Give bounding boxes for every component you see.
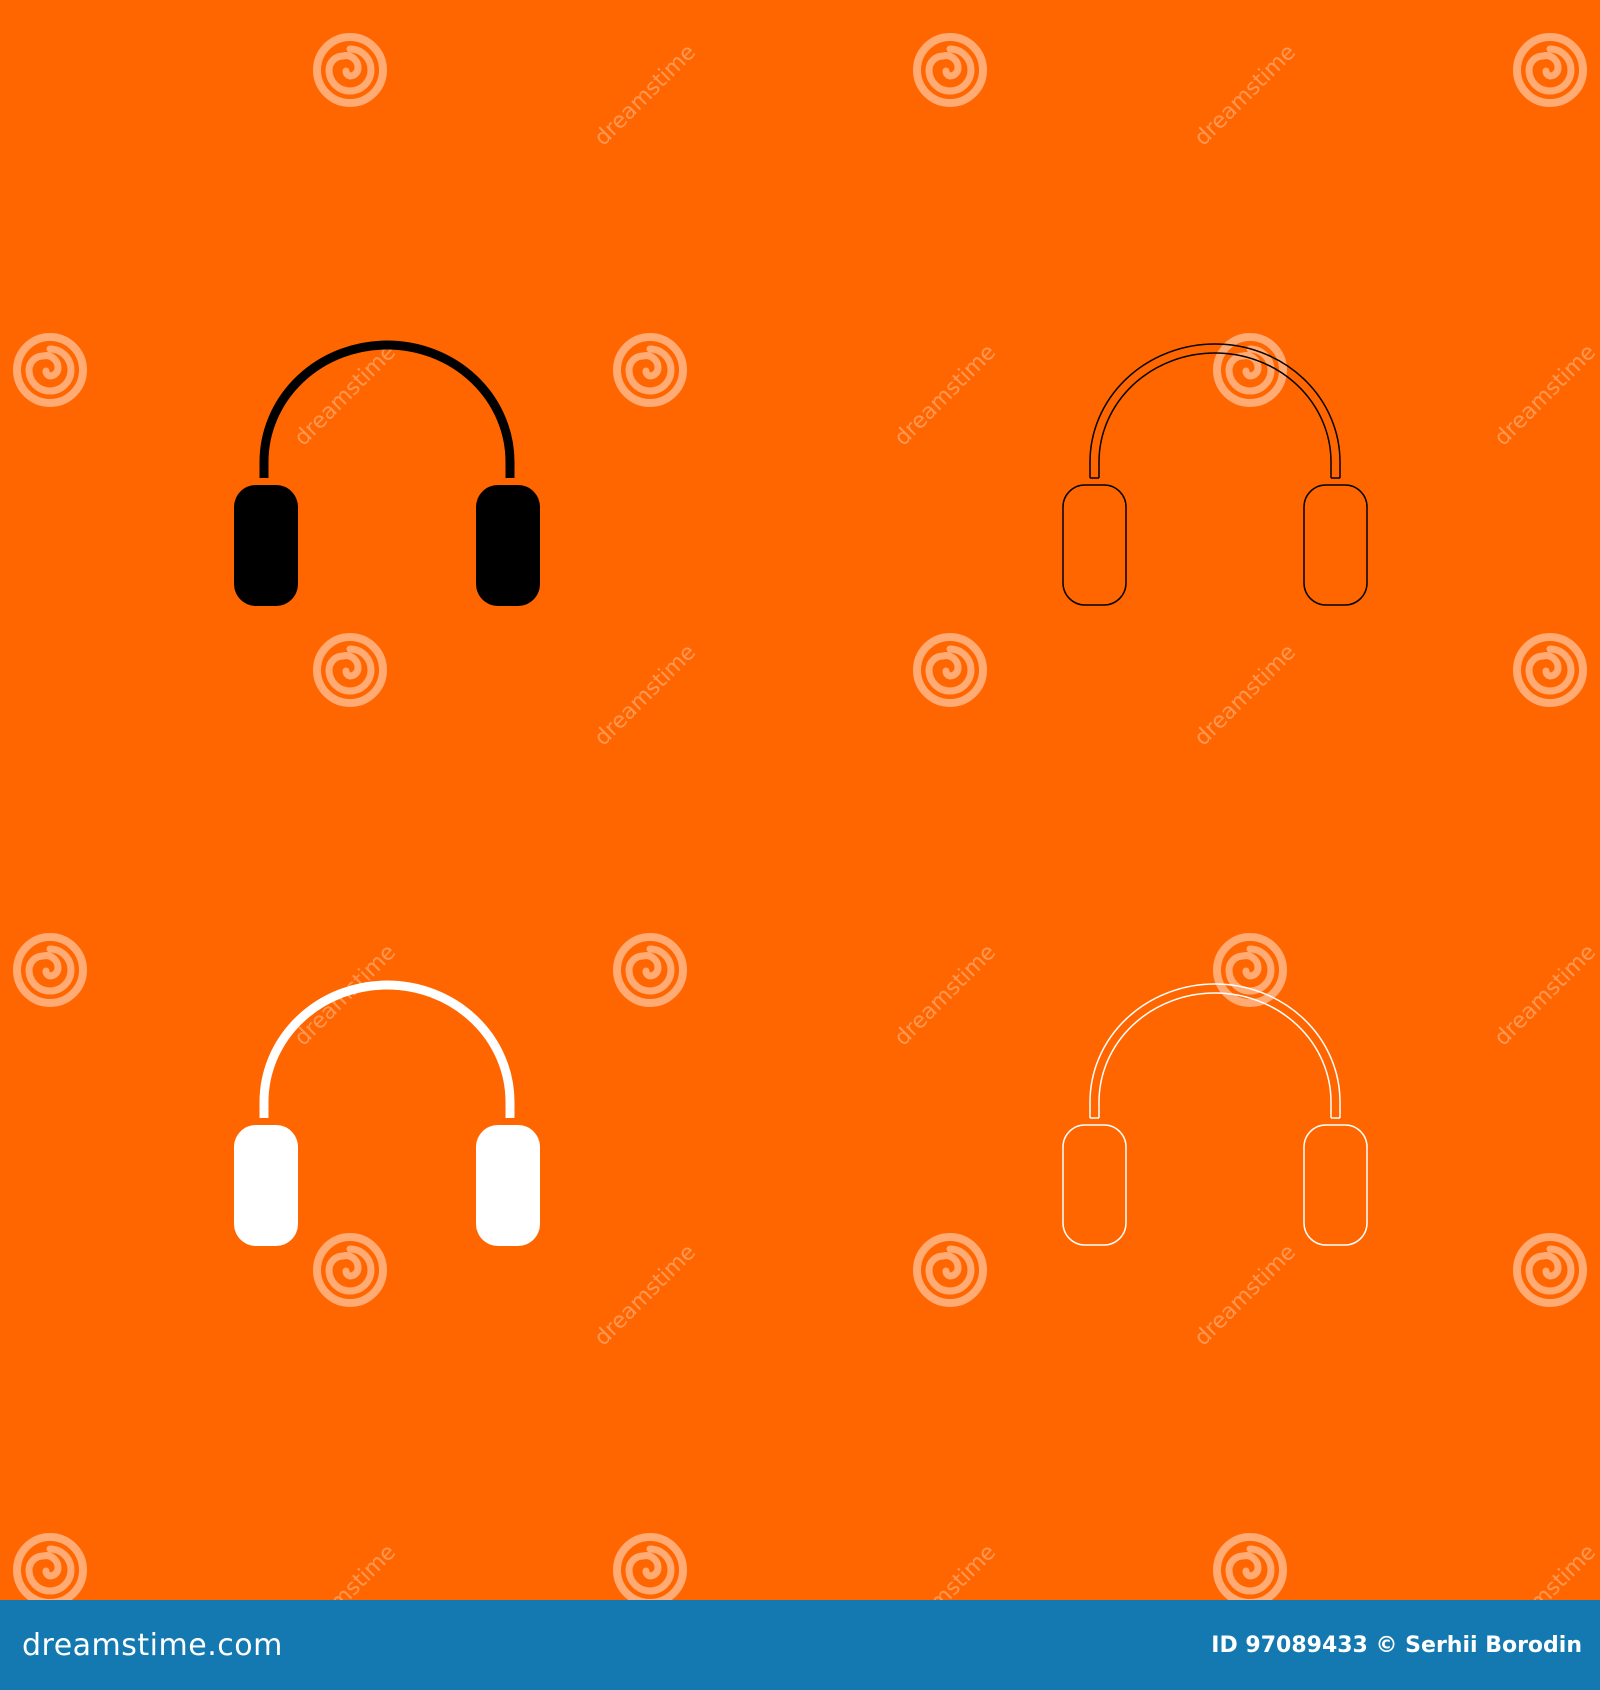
stock-image: dreamstime dreamstime dreamstime dreamstime…: [0, 0, 1600, 1690]
footer-brand: dreamstime.com: [22, 1627, 283, 1663]
icon-sheet: dreamstime dreamstimedreamstime dreamstime…: [0, 0, 1600, 1600]
footer-bar: dreamstime.com ID 97089433 © Serhii Boro…: [0, 1600, 1600, 1690]
footer-credit: ID 97089433 © Serhii Borodin: [1211, 1632, 1582, 1658]
orange-background: [0, 0, 1600, 1600]
